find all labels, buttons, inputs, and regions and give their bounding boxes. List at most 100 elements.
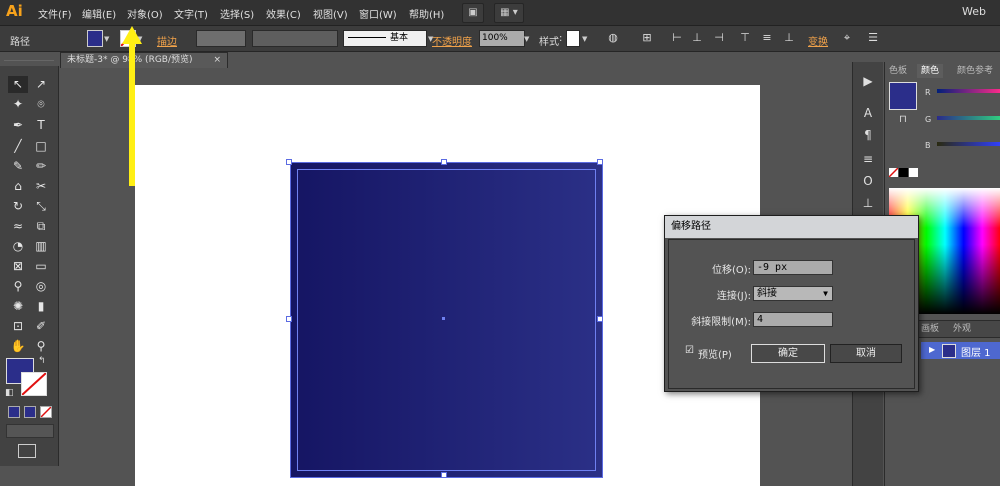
menu-window[interactable]: 窗口(W) bbox=[359, 6, 397, 21]
slider-r[interactable] bbox=[937, 89, 1000, 93]
rotate-tool-icon[interactable]: ↻ bbox=[8, 198, 28, 215]
handle-top-right[interactable] bbox=[597, 159, 603, 165]
bridge-button[interactable]: ▣ bbox=[462, 3, 484, 23]
menu-effect[interactable]: 效果(C) bbox=[266, 6, 301, 21]
menu-type[interactable]: 文字(T) bbox=[174, 6, 208, 21]
slider-b[interactable] bbox=[937, 142, 1000, 146]
tab-artboards[interactable]: 画板 bbox=[921, 322, 939, 336]
preview-label[interactable]: 预览(P) bbox=[698, 346, 732, 361]
slice-tool-icon[interactable]: ✐ bbox=[31, 318, 51, 335]
zoom-tool-icon[interactable]: ⚲ bbox=[31, 338, 51, 355]
handle-middle-left[interactable] bbox=[286, 316, 292, 322]
menu-edit[interactable]: 编辑(E) bbox=[82, 6, 116, 21]
align-bottom-icon[interactable]: ⊥ bbox=[782, 31, 796, 45]
out-of-gamut-icon[interactable]: ⊓ bbox=[899, 114, 907, 125]
stroke-weight-field[interactable] bbox=[196, 30, 246, 47]
shape-builder-tool-icon[interactable]: ◔ bbox=[8, 238, 28, 255]
menu-help[interactable]: 帮助(H) bbox=[409, 6, 444, 21]
variable-width-dropdown[interactable] bbox=[252, 30, 338, 47]
warp-tool-icon[interactable]: ≈ bbox=[8, 218, 28, 235]
workspace-switcher[interactable]: Web bbox=[962, 5, 986, 18]
close-tab-icon[interactable]: × bbox=[213, 53, 221, 68]
screen-mode-icon[interactable] bbox=[18, 444, 36, 458]
arrange-documents-button[interactable]: ▦ ▾ bbox=[494, 3, 524, 23]
none-color-icon[interactable] bbox=[888, 167, 899, 178]
tab-color[interactable]: 颜色 bbox=[917, 64, 944, 78]
free-transform-tool-icon[interactable]: ⧉ bbox=[31, 218, 51, 235]
tabs-panel-icon[interactable]: ⊥ bbox=[861, 196, 875, 210]
handle-middle-right[interactable] bbox=[597, 316, 603, 322]
default-colors-icon[interactable]: ◧ bbox=[5, 388, 14, 398]
tools-grip[interactable] bbox=[4, 60, 54, 66]
lasso-tool-icon[interactable]: ⌾ bbox=[31, 96, 51, 113]
tab-color-guide[interactable]: 颜色参考 bbox=[957, 64, 993, 78]
collapse-panels-icon[interactable]: ▶ bbox=[861, 74, 875, 88]
column-graph-tool-icon[interactable]: ▮ bbox=[31, 298, 51, 315]
swap-colors-icon[interactable]: ↰ bbox=[38, 356, 46, 366]
join-dropdown-icon[interactable]: ▼ bbox=[823, 287, 828, 300]
direct-selection-tool-icon[interactable]: ↗ bbox=[31, 76, 51, 93]
align-left-icon[interactable]: ⊢ bbox=[670, 31, 684, 45]
stroke-link[interactable]: 描边 bbox=[157, 33, 177, 48]
tab-appearance[interactable]: 外观 bbox=[953, 322, 971, 336]
handle-top-center[interactable] bbox=[441, 159, 447, 165]
scale-tool-icon[interactable]: ⤡ bbox=[31, 198, 51, 215]
offset-input[interactable]: -9 px bbox=[753, 260, 833, 275]
style-dropdown-icon[interactable]: ▼ bbox=[582, 35, 587, 43]
align-center-icon[interactable]: ⊥ bbox=[690, 31, 704, 45]
expand-layer-icon[interactable]: ▶ bbox=[929, 345, 935, 354]
paragraph-panel-icon[interactable]: ¶ bbox=[861, 128, 875, 142]
align-middle-icon[interactable]: ≡ bbox=[760, 31, 774, 45]
cancel-button[interactable]: 取消 bbox=[830, 344, 902, 363]
color-mode-icon[interactable] bbox=[8, 406, 20, 418]
type-tool-icon[interactable]: T bbox=[31, 117, 51, 134]
black-color-icon[interactable] bbox=[899, 168, 908, 177]
handle-bottom-center[interactable] bbox=[441, 472, 447, 478]
opacity-dropdown-icon[interactable]: ▼ bbox=[524, 35, 529, 43]
align-top-icon[interactable]: ⊤ bbox=[738, 31, 752, 45]
dialog-titlebar[interactable]: 偏移路径 bbox=[665, 216, 918, 238]
align-right-icon[interactable]: ⊣ bbox=[712, 31, 726, 45]
mesh-tool-icon[interactable]: ⊠ bbox=[8, 258, 28, 275]
opacity-link[interactable]: 不透明度 bbox=[432, 33, 472, 48]
transform-link[interactable]: 变换 bbox=[808, 33, 828, 48]
isolate-icon[interactable]: ⌖ bbox=[840, 31, 854, 45]
tab-swatches[interactable]: 色板 bbox=[889, 64, 907, 78]
ok-button[interactable]: 确定 bbox=[751, 344, 825, 363]
scissors-tool-icon[interactable]: ✂ bbox=[31, 178, 51, 195]
preview-checkbox[interactable]: ☑ bbox=[685, 346, 695, 356]
hand-tool-icon[interactable]: ✋ bbox=[8, 338, 28, 355]
blob-brush-tool-icon[interactable]: ⌂ bbox=[8, 178, 28, 195]
menu-select[interactable]: 选择(S) bbox=[220, 6, 254, 21]
graphic-style-swatch[interactable] bbox=[566, 30, 580, 47]
pencil-tool-icon[interactable]: ✏ bbox=[31, 158, 51, 175]
artboard-tool-icon[interactable]: ⊡ bbox=[8, 318, 28, 335]
menu-view[interactable]: 视图(V) bbox=[313, 6, 348, 21]
selection-tool-icon[interactable]: ↖ bbox=[8, 76, 28, 93]
layer-name[interactable]: 图层 1 bbox=[961, 344, 991, 359]
magic-wand-tool-icon[interactable]: ✦ bbox=[8, 96, 28, 113]
gradient-mode-icon[interactable] bbox=[24, 406, 36, 418]
opacity-field[interactable]: 100% bbox=[479, 30, 525, 47]
drawing-modes-icon[interactable] bbox=[6, 424, 54, 438]
fill-dropdown-icon[interactable]: ▼ bbox=[104, 35, 109, 43]
pen-tool-icon[interactable]: ✒ bbox=[8, 117, 28, 134]
stroke-color-box[interactable] bbox=[21, 372, 47, 396]
panel-menu-icon[interactable]: ☰ bbox=[866, 31, 880, 45]
glyphs-panel-icon[interactable]: O bbox=[861, 174, 875, 188]
layer-row-1[interactable]: ▶ 图层 1 bbox=[921, 342, 1000, 359]
eyedropper-tool-icon[interactable]: ⚲ bbox=[8, 278, 28, 295]
brush-definition-dropdown[interactable]: 基本 bbox=[343, 30, 427, 47]
recolor-icon[interactable]: ◍ bbox=[606, 31, 620, 45]
fill-swatch[interactable] bbox=[87, 30, 103, 47]
miter-limit-input[interactable]: 4 bbox=[753, 312, 833, 327]
symbol-sprayer-tool-icon[interactable]: ✺ bbox=[8, 298, 28, 315]
opentype-panel-icon[interactable]: ≡ bbox=[861, 152, 875, 166]
document-tab[interactable]: 未标题-3* @ 98% (RGB/预览) × bbox=[60, 52, 228, 68]
paintbrush-tool-icon[interactable]: ✎ bbox=[8, 158, 28, 175]
join-select[interactable]: 斜接 ▼ bbox=[753, 286, 833, 301]
perspective-grid-tool-icon[interactable]: ▥ bbox=[31, 238, 51, 255]
align-to-icon[interactable]: ⊞ bbox=[640, 31, 654, 45]
none-mode-icon[interactable] bbox=[40, 406, 52, 418]
slider-g[interactable] bbox=[937, 116, 1000, 120]
